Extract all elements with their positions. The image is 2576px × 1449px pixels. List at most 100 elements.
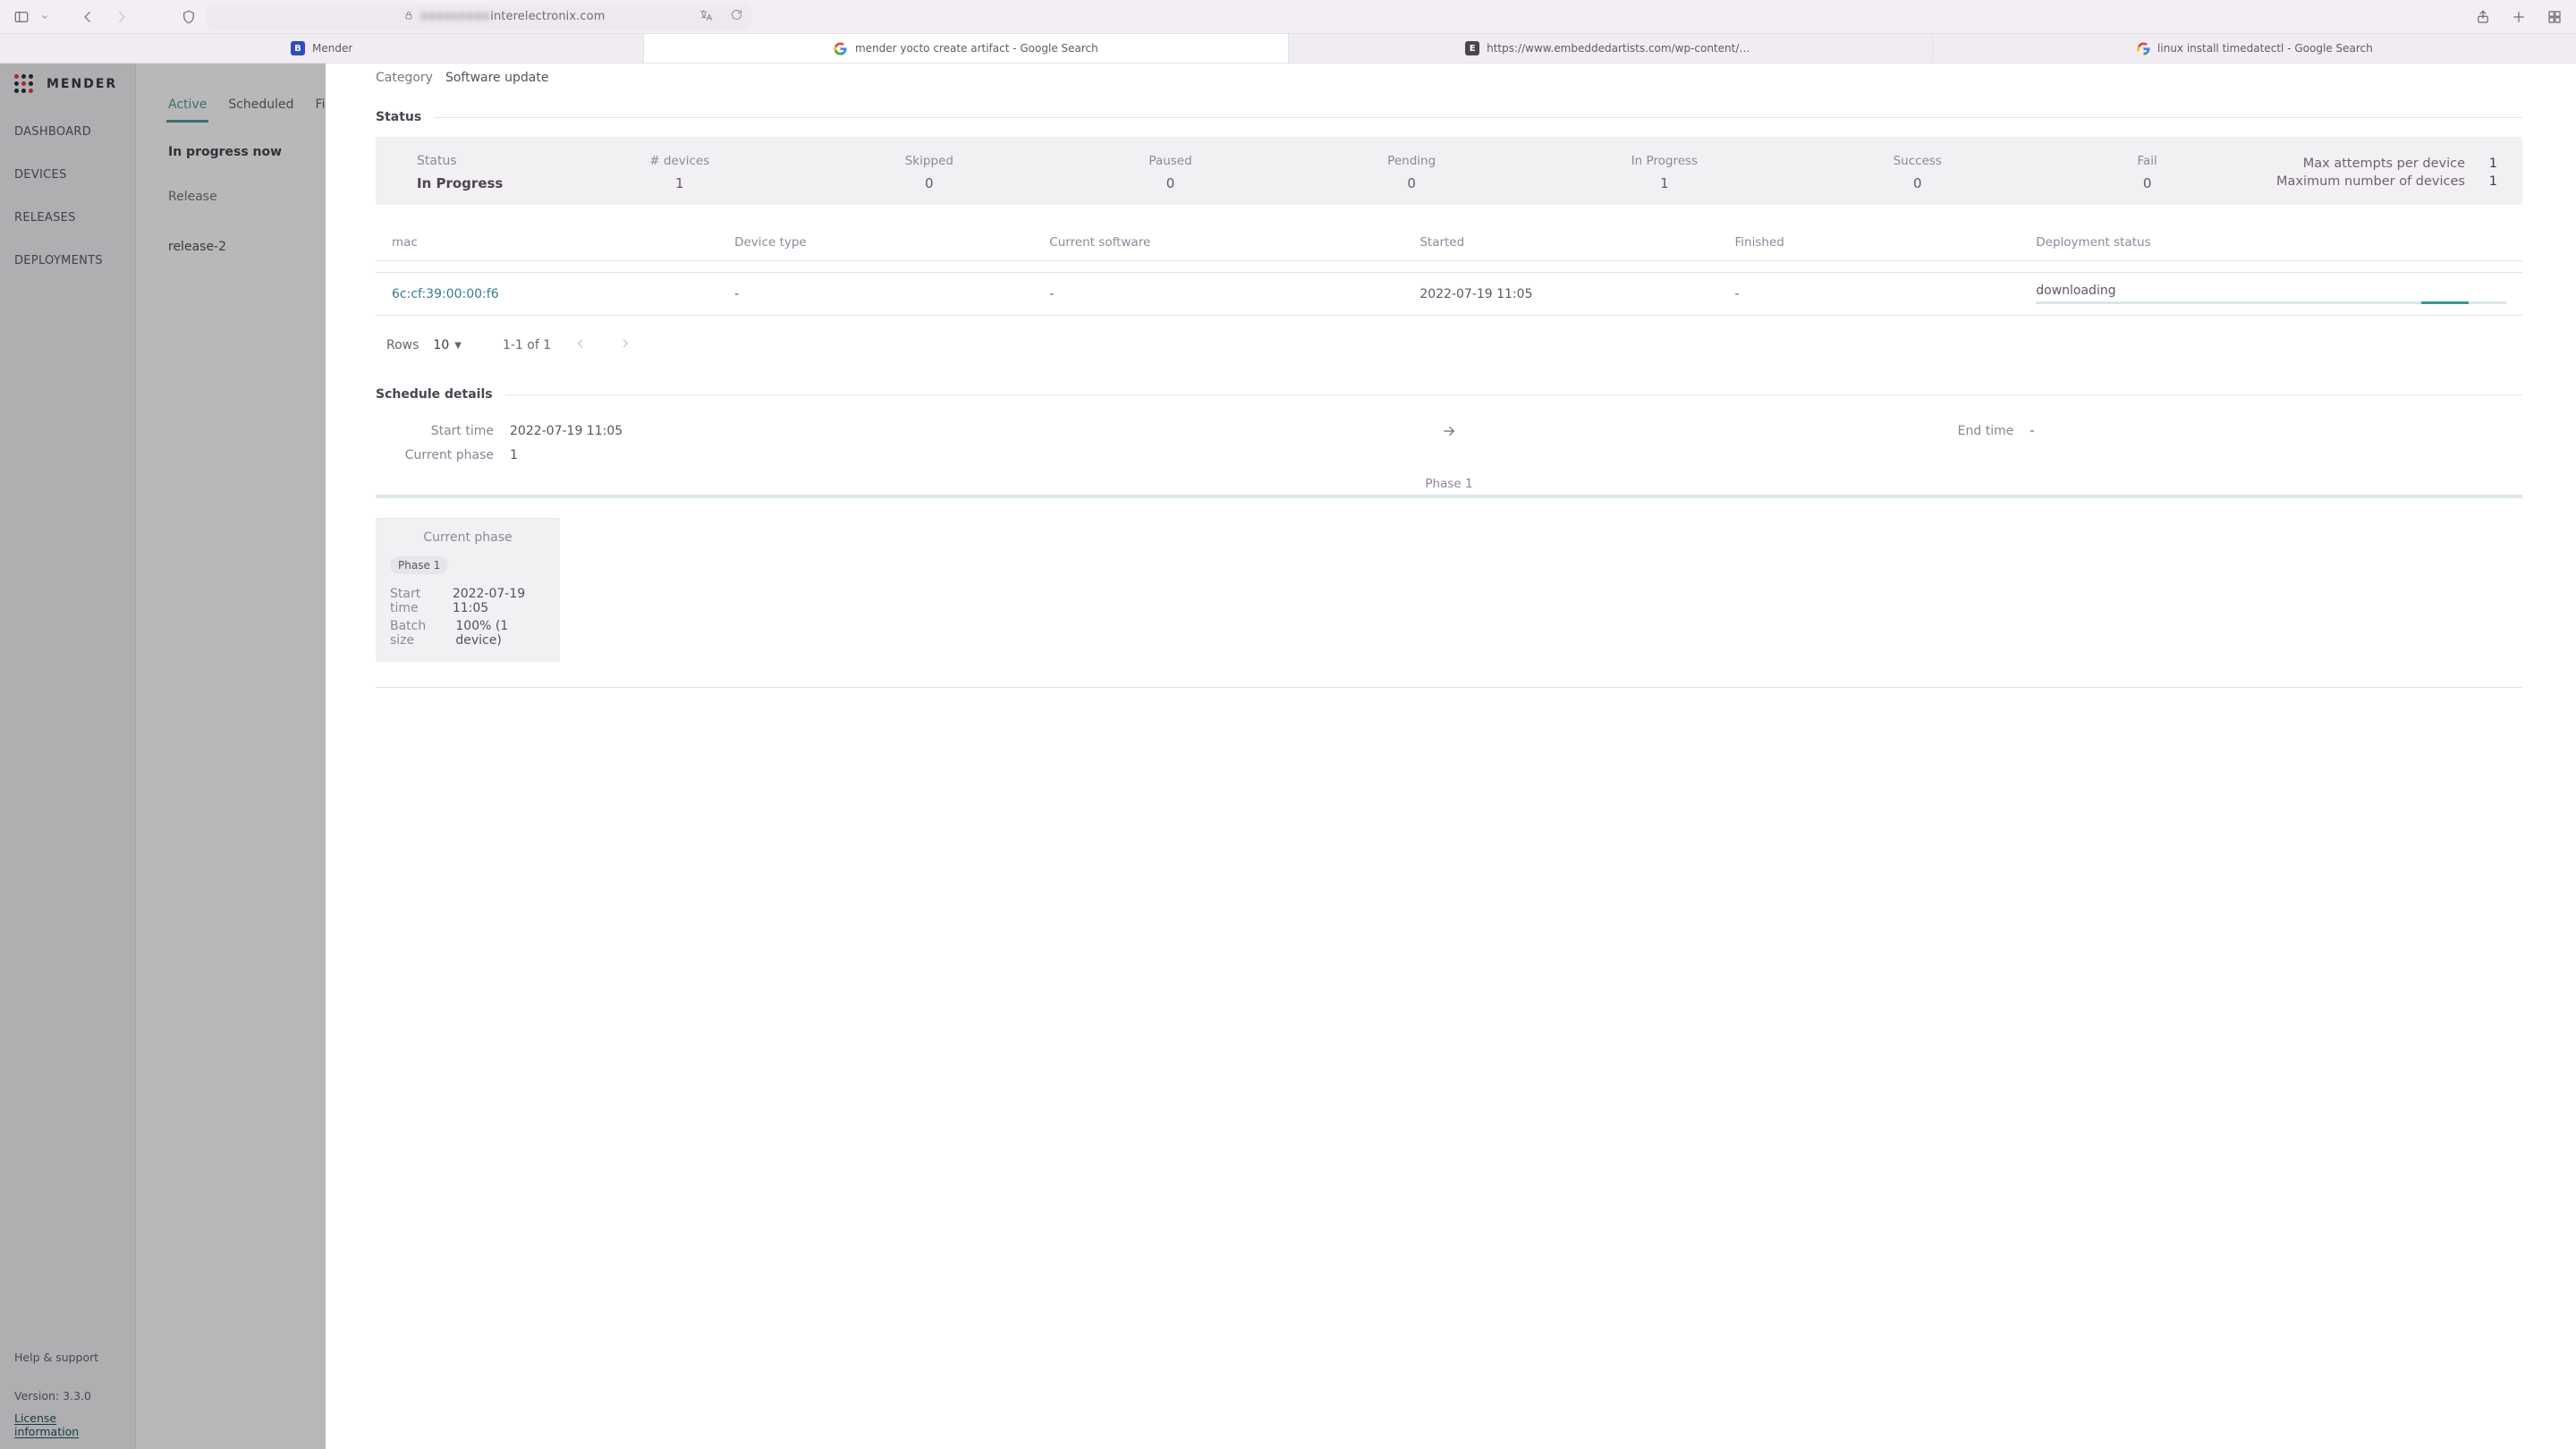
val-pending: 0 xyxy=(1303,175,1520,191)
max-devices-label: Maximum number of devices xyxy=(2276,174,2465,189)
chevron-down-icon: ▼ xyxy=(454,341,462,351)
favicon-google-icon xyxy=(2136,41,2150,55)
max-attempts-value: 1 xyxy=(2483,157,2497,171)
page-range: 1-1 of 1 xyxy=(503,338,551,352)
new-tab-icon[interactable] xyxy=(2510,8,2528,26)
card-batch-value: 100% (1 device) xyxy=(455,619,546,648)
favicon-box-icon: B xyxy=(291,41,305,55)
col-success: Success xyxy=(1809,154,2026,175)
chrome-right xyxy=(2474,8,2563,26)
status-label: Status xyxy=(417,154,542,175)
val-skipped: 0 xyxy=(820,175,1038,191)
share-icon[interactable] xyxy=(2474,8,2492,26)
phase-pill: Phase 1 xyxy=(390,556,448,574)
status-box: Status In Progress # devices Skipped Pau… xyxy=(376,137,2522,205)
current-phase-label: Current phase xyxy=(405,448,494,462)
table-row[interactable]: 6c:cf:39:00:00:f6 - - 2022-07-19 11:05 -… xyxy=(376,272,2522,316)
status-value: In Progress xyxy=(417,175,542,191)
arrow-right-icon xyxy=(1431,423,1467,439)
start-time-label: Start time xyxy=(431,424,494,438)
divider xyxy=(434,117,2522,118)
tab-label: linux install timedatectl - Google Searc… xyxy=(2157,42,2373,55)
sidebar-toggle-icon[interactable] xyxy=(13,8,30,26)
address-bar[interactable]: xxxxxxxxxinterelectronix.com xyxy=(207,4,752,30)
rows-select[interactable]: 10 ▼ xyxy=(433,338,462,352)
deploy-status-label: downloading xyxy=(2036,284,2506,298)
reload-icon[interactable] xyxy=(730,8,743,25)
th-finished[interactable]: Finished xyxy=(1735,235,2026,250)
progress-bar xyxy=(2036,301,2506,304)
browser-tab-2[interactable]: E https://www.embeddedartists.com/wp-con… xyxy=(1289,34,1933,63)
max-attempts-label: Max attempts per device xyxy=(2303,157,2465,171)
nav-arrows xyxy=(79,8,131,26)
status-section-header: Status xyxy=(376,110,2522,124)
divider xyxy=(505,394,2522,395)
col-paused: Paused xyxy=(1064,154,1276,175)
chevron-down-icon[interactable] xyxy=(36,8,54,26)
schedule-grid: Start time 2022-07-19 11:05 End time - C… xyxy=(376,423,2522,462)
phase-bar-track xyxy=(376,495,2522,498)
schedule-section: Schedule details Start time 2022-07-19 1… xyxy=(376,387,2522,662)
val-paused: 0 xyxy=(1064,175,1276,191)
val-fail: 0 xyxy=(2053,175,2241,191)
val-devices: 1 xyxy=(565,175,793,191)
cell-current-sw: - xyxy=(1049,287,1409,301)
th-device-type[interactable]: Device type xyxy=(734,235,1038,250)
divider xyxy=(376,687,2522,688)
current-phase-value: 1 xyxy=(510,448,626,462)
col-inprogress: In Progress xyxy=(1546,154,1782,175)
tab-label: Mender xyxy=(312,42,352,55)
rows-label: Rows xyxy=(386,338,419,352)
category-value: Software update xyxy=(445,71,549,85)
tab-overview-icon[interactable] xyxy=(2546,8,2563,26)
schedule-section-header: Schedule details xyxy=(376,387,2522,402)
status-section-title: Status xyxy=(376,110,421,124)
val-inprogress: 1 xyxy=(1546,175,1782,191)
card-start-label: Start time xyxy=(390,587,442,615)
end-time-value: - xyxy=(2029,424,2044,438)
address-host: xxxxxxxxxinterelectronix.com xyxy=(420,10,605,23)
end-time-label: End time xyxy=(1958,424,2014,438)
th-started[interactable]: Started xyxy=(1419,235,1724,250)
prev-page-icon[interactable] xyxy=(565,334,596,357)
cell-mac[interactable]: 6c:cf:39:00:00:f6 xyxy=(392,287,724,301)
schedule-title: Schedule details xyxy=(376,387,493,402)
forward-icon xyxy=(113,8,131,26)
col-pending: Pending xyxy=(1303,154,1520,175)
browser-tab-3[interactable]: linux install timedatectl - Google Searc… xyxy=(1933,34,2576,63)
page-root: MENDER DASHBOARD DEVICES RELEASES DEPLOY… xyxy=(0,64,2576,1449)
address-bar-wrap: xxxxxxxxxinterelectronix.com xyxy=(140,4,2465,30)
status-right: Max attempts per device 1 Maximum number … xyxy=(2265,153,2497,192)
deployment-drawer: Category Software update Status Status I… xyxy=(326,64,2576,1449)
pagination: Rows 10 ▼ 1-1 of 1 xyxy=(386,334,2512,357)
back-icon[interactable] xyxy=(79,8,97,26)
favicon-google-icon xyxy=(834,41,848,55)
current-phase-card: Current phase Phase 1 Start time 2022-07… xyxy=(376,518,560,662)
phase-bar: Phase 1 xyxy=(376,477,2522,498)
privacy-shield-icon[interactable] xyxy=(180,8,198,26)
category-label: Category xyxy=(376,71,433,85)
tab-label: https://www.embeddedartists.com/wp-conte… xyxy=(1487,42,1755,55)
col-skipped: Skipped xyxy=(820,154,1038,175)
card-caption: Current phase xyxy=(390,530,546,545)
card-start-value: 2022-07-19 11:05 xyxy=(453,587,546,615)
tab-label: mender yocto create artifact - Google Se… xyxy=(855,42,1098,55)
max-devices-value: 1 xyxy=(2483,174,2497,189)
status-left: Status In Progress xyxy=(417,154,542,191)
cell-device-type: - xyxy=(734,287,1038,301)
table-header-row: mac Device type Current software Started… xyxy=(376,225,2522,261)
start-time-value: 2022-07-19 11:05 xyxy=(510,424,626,438)
th-deploy-status[interactable]: Deployment status xyxy=(2036,235,2506,250)
lock-icon xyxy=(403,10,414,24)
th-current-sw[interactable]: Current software xyxy=(1049,235,1409,250)
card-batch-label: Batch size xyxy=(390,619,445,648)
cell-started: 2022-07-19 11:05 xyxy=(1419,287,1724,301)
translate-icon[interactable] xyxy=(699,8,713,26)
browser-chrome: xxxxxxxxxinterelectronix.com xyxy=(0,0,2576,34)
favicon-box-icon: E xyxy=(1465,41,1479,55)
next-page-icon[interactable] xyxy=(610,334,640,357)
status-columns: # devices Skipped Paused Pending In Prog… xyxy=(565,154,2241,191)
browser-tab-0[interactable]: B Mender xyxy=(0,34,644,63)
browser-tab-1[interactable]: mender yocto create artifact - Google Se… xyxy=(644,34,1288,63)
th-mac[interactable]: mac xyxy=(392,235,724,250)
